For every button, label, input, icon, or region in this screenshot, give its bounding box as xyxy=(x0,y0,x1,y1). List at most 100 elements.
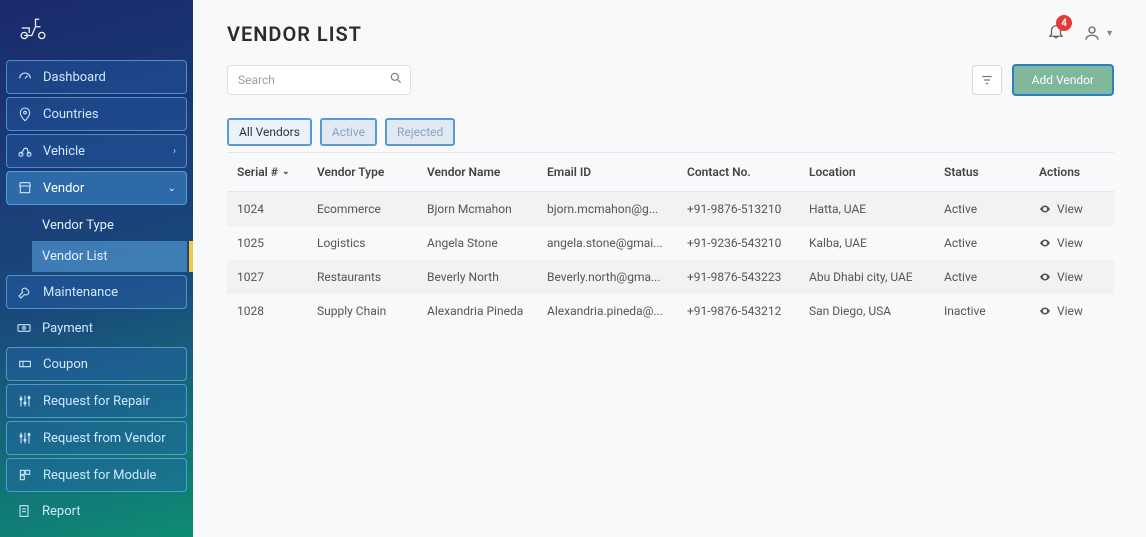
cell-contact: +91-9876-513210 xyxy=(687,202,809,216)
tab-rejected[interactable]: Rejected xyxy=(385,118,455,146)
col-actions: Actions xyxy=(1039,165,1104,179)
sidebar-item-dashboard[interactable]: Dashboard xyxy=(6,60,187,94)
user-menu[interactable]: ▼ xyxy=(1083,24,1114,42)
view-button[interactable]: View xyxy=(1039,202,1104,216)
cell-type: Logistics xyxy=(317,236,427,250)
scooter-logo-icon xyxy=(18,14,48,42)
sidebar-item-label: Report xyxy=(42,504,81,519)
cell-serial: 1025 xyxy=(237,236,317,250)
cell-contact: +91-9876-543212 xyxy=(687,304,809,318)
sidebar-item-countries[interactable]: Countries xyxy=(6,97,187,131)
sidebar-item-label: Request for Module xyxy=(43,468,156,483)
tab-active[interactable]: Active xyxy=(320,118,377,146)
sidebar-item-label: Vehicle xyxy=(43,144,85,159)
gauge-icon xyxy=(17,69,33,85)
sidebar-sub-label: Vendor List xyxy=(42,249,108,264)
col-vendor-name: Vendor Name xyxy=(427,165,547,179)
search-input[interactable] xyxy=(227,65,411,95)
cell-status: Active xyxy=(944,270,1039,284)
view-button[interactable]: View xyxy=(1039,236,1104,250)
tabs: All Vendors Active Rejected xyxy=(227,118,1114,146)
eye-icon xyxy=(1039,237,1051,249)
sliders-icon xyxy=(17,430,33,446)
cell-contact: +91-9236-543210 xyxy=(687,236,809,250)
eye-icon xyxy=(1039,271,1051,283)
sidebar-item-label: Countries xyxy=(43,107,99,122)
sidebar-item-label: Vendor xyxy=(43,181,84,196)
sidebar-item-report[interactable]: Report xyxy=(6,495,187,527)
cell-type: Supply Chain xyxy=(317,304,427,318)
sidebar-item-request-repair[interactable]: Request for Repair xyxy=(6,384,187,418)
cell-type: Ecommerce xyxy=(317,202,427,216)
user-icon xyxy=(1083,24,1101,42)
cell-status: Active xyxy=(944,236,1039,250)
sidebar-item-maintenance[interactable]: Maintenance xyxy=(6,275,187,309)
sidebar-item-request-vendor[interactable]: Request from Vendor xyxy=(6,421,187,455)
sidebar-sub-vendor: Vendor Type Vendor List xyxy=(6,210,187,272)
cell-email: Beverly.north@gma... xyxy=(547,270,687,284)
cell-location: Hatta, UAE xyxy=(809,202,944,216)
chevron-down-icon: ⌄ xyxy=(168,183,176,194)
sidebar-nav: Dashboard Countries Vehicle › Vendor ⌄ V… xyxy=(0,56,193,537)
chevron-right-icon: › xyxy=(173,146,176,157)
cell-serial: 1028 xyxy=(237,304,317,318)
cell-status: Active xyxy=(944,202,1039,216)
add-vendor-button[interactable]: Add Vendor xyxy=(1012,64,1114,96)
vendor-table: Serial #⌄ Vendor Type Vendor Name Email … xyxy=(227,152,1114,328)
cell-type: Restaurants xyxy=(317,270,427,284)
cell-location: San Diego, USA xyxy=(809,304,944,318)
view-button[interactable]: View xyxy=(1039,304,1104,318)
table-header: Serial #⌄ Vendor Type Vendor Name Email … xyxy=(227,153,1114,192)
cell-status: Inactive xyxy=(944,304,1039,318)
top-right-icons: 4 ▼ xyxy=(1047,22,1114,44)
cell-name: Bjorn Mcmahon xyxy=(427,202,547,216)
right-actions: Add Vendor xyxy=(972,64,1114,96)
table-row: 1025 Logistics Angela Stone angela.stone… xyxy=(227,226,1114,260)
col-email: Email ID xyxy=(547,165,687,179)
col-location: Location xyxy=(809,165,944,179)
notifications-button[interactable]: 4 xyxy=(1047,22,1065,44)
sidebar-sub-vendor-type[interactable]: Vendor Type xyxy=(32,210,187,241)
sidebar-sub-label: Vendor Type xyxy=(42,218,114,233)
sidebar-item-request-module[interactable]: Request for Module xyxy=(6,458,187,492)
sidebar-item-vendor[interactable]: Vendor ⌄ xyxy=(6,171,187,205)
table-row: 1028 Supply Chain Alexandria Pineda Alex… xyxy=(227,294,1114,328)
sidebar: Dashboard Countries Vehicle › Vendor ⌄ V… xyxy=(0,0,193,537)
col-serial[interactable]: Serial #⌄ xyxy=(237,165,317,179)
tab-all-vendors[interactable]: All Vendors xyxy=(227,118,312,146)
col-vendor-type: Vendor Type xyxy=(317,165,427,179)
bike-icon xyxy=(17,143,33,159)
cell-email: Alexandria.pineda@... xyxy=(547,304,687,318)
caret-down-icon: ▼ xyxy=(1105,28,1114,39)
sidebar-item-label: Maintenance xyxy=(43,285,118,300)
page-title: VENDOR LIST xyxy=(227,22,362,46)
eye-icon xyxy=(1039,305,1051,317)
sidebar-sub-vendor-list[interactable]: Vendor List xyxy=(32,241,187,272)
sidebar-item-label: Request from Vendor xyxy=(43,431,166,446)
search-wrap xyxy=(227,65,411,95)
cell-name: Alexandria Pineda xyxy=(427,304,547,318)
filter-button[interactable] xyxy=(972,65,1002,95)
sidebar-item-label: Coupon xyxy=(43,357,88,372)
sidebar-item-vehicle[interactable]: Vehicle › xyxy=(6,134,187,168)
pin-icon xyxy=(17,106,33,122)
filter-icon xyxy=(980,73,994,87)
col-contact: Contact No. xyxy=(687,165,809,179)
search-icon xyxy=(389,71,403,89)
cell-location: Kalba, UAE xyxy=(809,236,944,250)
cell-location: Abu Dhabi city, UAE xyxy=(809,270,944,284)
cell-name: Angela Stone xyxy=(427,236,547,250)
sidebar-item-label: Payment xyxy=(42,321,93,336)
sidebar-item-payment[interactable]: Payment xyxy=(6,312,187,344)
notification-badge: 4 xyxy=(1056,15,1072,31)
doc-icon xyxy=(16,503,32,519)
cash-icon xyxy=(16,320,32,336)
table-row: 1024 Ecommerce Bjorn Mcmahon bjorn.mcmah… xyxy=(227,192,1114,226)
cell-serial: 1024 xyxy=(237,202,317,216)
logo xyxy=(0,0,193,56)
store-icon xyxy=(17,180,33,196)
topbar: VENDOR LIST 4 ▼ xyxy=(227,22,1114,46)
cell-email: bjorn.mcmahon@g... xyxy=(547,202,687,216)
sidebar-item-coupon[interactable]: Coupon xyxy=(6,347,187,381)
view-button[interactable]: View xyxy=(1039,270,1104,284)
